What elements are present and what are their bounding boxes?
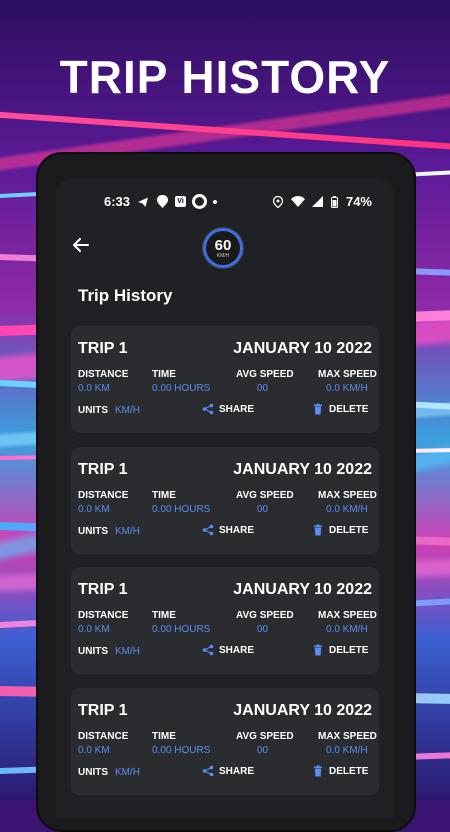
time-label: TIME [152, 731, 176, 742]
avg-speed-value: 00 [257, 383, 269, 394]
page-title: Trip History [78, 286, 173, 305]
trip-date: JANUARY 10 2022 [233, 340, 372, 357]
units-value[interactable]: KM/H [115, 767, 140, 778]
speed-unit: KM/H [216, 252, 230, 259]
units-value[interactable]: KM/H [115, 405, 140, 416]
trip-card[interactable]: TRIP 1 JANUARY 10 2022 DISTANCE 0.0 KM T… [71, 567, 379, 674]
trip-name: TRIP 1 [78, 340, 128, 357]
time-value: 0.00 HOURS [152, 745, 211, 756]
units-label: UNITS [78, 767, 108, 778]
share-label: SHARE [219, 524, 255, 536]
max-speed-value: 0.0 KM/H [326, 624, 368, 635]
time-label: TIME [152, 610, 176, 621]
status-time: 6:33 [104, 194, 131, 209]
units-value[interactable]: KM/H [115, 646, 140, 657]
units-label: UNITS [78, 405, 108, 416]
delete-label: DELETE [329, 524, 369, 536]
avg-speed-label: AVG SPEED [236, 731, 294, 742]
trip-name: TRIP 1 [78, 461, 128, 478]
arrow-back-icon [73, 238, 89, 252]
avg-speed-value: 00 [257, 745, 269, 756]
max-speed-value: 0.0 KM/H [326, 745, 368, 756]
share-button[interactable]: SHARE [202, 403, 254, 415]
wifi-icon [290, 196, 305, 208]
trip-card[interactable]: TRIP 1 JANUARY 10 2022 DISTANCE 0.0 KM T… [71, 688, 379, 795]
time-value: 0.00 HOURS [152, 624, 211, 635]
time-value: 0.00 HOURS [152, 504, 211, 515]
app-screen: 6:33 Vi 74% 60 KM/H Trip History TRIP 1 … [56, 178, 394, 818]
swiggy-icon [156, 195, 168, 208]
time-label: TIME [152, 490, 176, 501]
trip-date: JANUARY 10 2022 [233, 461, 372, 478]
distance-value: 0.0 KM [78, 504, 110, 515]
distance-value: 0.0 KM [78, 383, 110, 394]
units-label: UNITS [78, 526, 108, 537]
max-speed-value: 0.0 KM/H [326, 383, 368, 394]
avg-speed-label: AVG SPEED [236, 490, 294, 501]
trip-name: TRIP 1 [78, 581, 128, 598]
share-icon [202, 524, 214, 536]
avg-speed-label: AVG SPEED [236, 369, 294, 380]
trash-icon [314, 765, 322, 777]
avg-speed-value: 00 [257, 504, 269, 515]
battery-percent: 74% [345, 194, 372, 209]
trip-date: JANUARY 10 2022 [233, 702, 372, 719]
trash-icon [314, 644, 322, 656]
delete-label: DELETE [329, 644, 369, 656]
share-button[interactable]: SHARE [202, 765, 254, 777]
avg-speed-label: AVG SPEED [236, 610, 294, 621]
trip-name: TRIP 1 [78, 702, 128, 719]
units-value[interactable]: KM/H [115, 526, 140, 537]
share-button[interactable]: SHARE [202, 644, 254, 656]
max-speed-label: MAX SPEED [318, 610, 377, 621]
trip-date: JANUARY 10 2022 [233, 581, 372, 598]
toolbar: 60 KM/H [56, 228, 394, 274]
status-bar: 6:33 Vi 74% [56, 192, 394, 212]
avg-speed-value: 00 [257, 624, 269, 635]
distance-label: DISTANCE [78, 369, 129, 380]
delete-button[interactable]: DELETE [312, 644, 368, 656]
units-label: UNITS [78, 646, 108, 657]
distance-value: 0.0 KM [78, 624, 110, 635]
share-icon [202, 403, 214, 415]
circle-app-icon [193, 195, 207, 208]
share-label: SHARE [219, 765, 255, 777]
delete-button[interactable]: DELETE [312, 524, 368, 536]
share-icon [202, 644, 214, 656]
trash-icon [314, 524, 322, 536]
location-icon [272, 195, 284, 208]
max-speed-label: MAX SPEED [318, 731, 377, 742]
vi-app-icon: Vi [175, 196, 187, 207]
share-label: SHARE [219, 644, 255, 656]
delete-button[interactable]: DELETE [312, 403, 368, 415]
max-speed-label: MAX SPEED [318, 490, 377, 501]
battery-icon [331, 195, 339, 208]
share-button[interactable]: SHARE [202, 524, 254, 536]
signal-icon [312, 196, 324, 208]
max-speed-label: MAX SPEED [318, 369, 377, 380]
speedometer-badge: 60 KM/H [203, 228, 243, 268]
max-speed-value: 0.0 KM/H [326, 504, 368, 515]
time-label: TIME [152, 369, 176, 380]
distance-label: DISTANCE [78, 731, 129, 742]
delete-button[interactable]: DELETE [312, 765, 368, 777]
distance-value: 0.0 KM [78, 745, 110, 756]
distance-label: DISTANCE [78, 610, 129, 621]
headline: TRIP HISTORY [59, 51, 391, 103]
share-icon [202, 765, 214, 777]
back-button[interactable] [70, 234, 92, 256]
delete-label: DELETE [329, 403, 369, 415]
speed-value: 60 [214, 236, 232, 254]
trip-card[interactable]: TRIP 1 JANUARY 10 2022 DISTANCE 0.0 KM T… [71, 326, 379, 433]
more-notifications-icon [213, 199, 218, 204]
time-value: 0.00 HOURS [152, 383, 211, 394]
distance-label: DISTANCE [78, 490, 129, 501]
trash-icon [314, 403, 322, 415]
delete-label: DELETE [329, 765, 369, 777]
trip-card[interactable]: TRIP 1 JANUARY 10 2022 DISTANCE 0.0 KM T… [71, 447, 379, 554]
telegram-icon [137, 196, 149, 208]
share-label: SHARE [219, 403, 255, 415]
